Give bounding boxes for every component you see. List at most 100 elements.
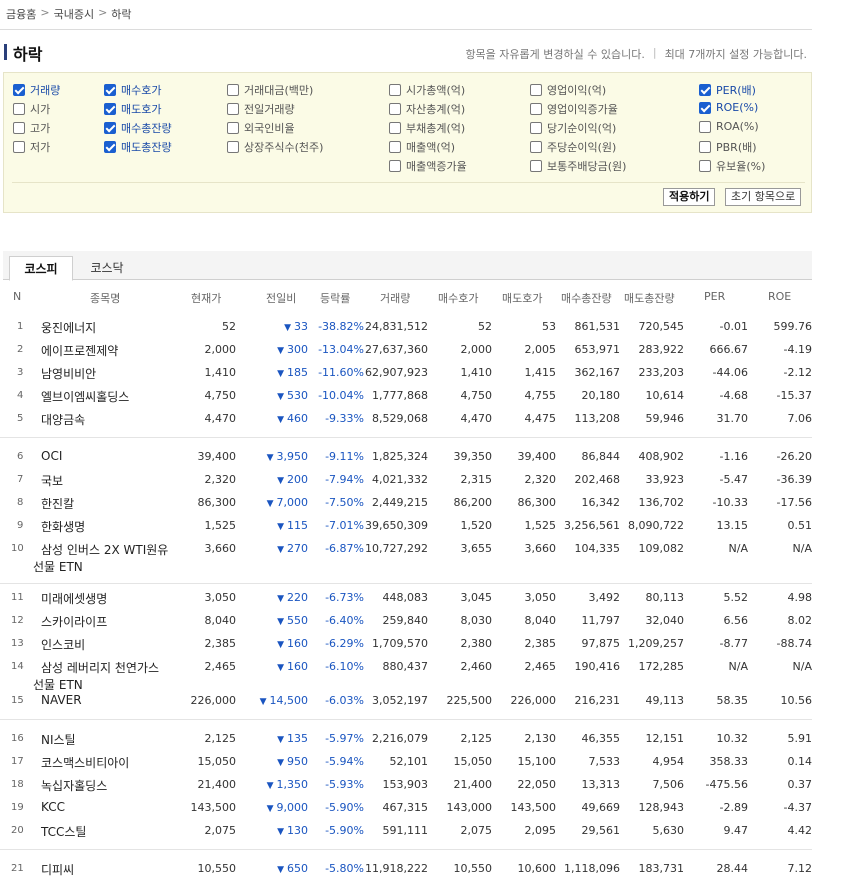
option-item[interactable]: 유보율(%): [699, 158, 765, 174]
breadcrumb-domestic[interactable]: 국내증시: [54, 6, 94, 22]
change-value: 530: [287, 389, 308, 402]
row-group-divider: [0, 719, 812, 720]
option-item[interactable]: 매도호가: [104, 101, 161, 117]
change-value: 130: [287, 824, 308, 837]
option-checkbox[interactable]: [530, 84, 542, 96]
reset-button[interactable]: 초기 항목으로: [725, 188, 802, 206]
table-row: 7 국보 2,320 ▼ 200 -7.94% 4,021,332 2,315 2,320 202…: [0, 469, 812, 491]
option-checkbox[interactable]: [530, 103, 542, 115]
option-checkbox[interactable]: [13, 103, 25, 115]
cell-bidq: 16,342: [581, 496, 621, 509]
option-checkbox[interactable]: [699, 141, 711, 153]
option-item[interactable]: 당기순이익(억): [530, 120, 616, 136]
breadcrumb-home[interactable]: 금융홈: [6, 6, 36, 22]
stock-name-link[interactable]: 웅진에너지: [41, 319, 96, 336]
stock-name-link[interactable]: 국보: [41, 472, 63, 489]
option-item[interactable]: PBR(배): [699, 139, 757, 155]
option-item[interactable]: 전일거래량: [227, 101, 295, 117]
option-checkbox[interactable]: [227, 122, 239, 134]
option-checkbox[interactable]: [389, 84, 401, 96]
option-item[interactable]: 부채총계(억): [389, 120, 465, 136]
apply-button[interactable]: 적용하기: [663, 188, 716, 206]
option-checkbox[interactable]: [13, 141, 25, 153]
option-item[interactable]: 매수총잔량: [104, 120, 172, 136]
stock-name-link[interactable]: 한진칼: [41, 495, 74, 512]
stock-name-link[interactable]: 에이프로젠제약: [41, 342, 118, 359]
option-checkbox[interactable]: [389, 122, 401, 134]
option-item[interactable]: 보통주배당금(원): [530, 158, 626, 174]
option-checkbox[interactable]: [227, 84, 239, 96]
option-item[interactable]: 거래량: [13, 82, 60, 98]
option-checkbox[interactable]: [530, 122, 542, 134]
stock-name-link[interactable]: 녹십자홀딩스: [41, 777, 107, 794]
stock-name-link[interactable]: 삼성 레버리지 천연가스: [41, 659, 159, 676]
option-item[interactable]: 매수호가: [104, 82, 161, 98]
option-item[interactable]: 매출액증가율: [389, 158, 467, 174]
cell-rate: -38.82%: [318, 320, 364, 333]
table-row: 13 인스코비 2,385 ▼ 160 -6.29% 1,709,570 2,380 2,385…: [0, 633, 812, 655]
option-item[interactable]: 시가총액(억): [389, 82, 465, 98]
cell-bidq: 216,231: [574, 694, 621, 707]
option-item[interactable]: 주당순이익(원): [530, 139, 616, 155]
option-checkbox[interactable]: [699, 160, 711, 172]
cell-vol: 1,709,570: [372, 637, 428, 650]
stock-name-link[interactable]: 대양금속: [41, 411, 85, 428]
option-item[interactable]: 상장주식수(천주): [227, 139, 323, 155]
stock-name-link[interactable]: 코스맥스비티아이: [41, 754, 129, 771]
tab-kospi[interactable]: 코스피: [9, 256, 73, 281]
stock-name-continued[interactable]: 선물 ETN: [33, 558, 83, 575]
option-checkbox[interactable]: [389, 160, 401, 172]
cell-vol: 10,727,292: [365, 542, 428, 555]
stock-name-link[interactable]: 남영비비안: [41, 365, 96, 382]
option-item[interactable]: 자산총계(억): [389, 101, 465, 117]
cell-roe: 7.12: [787, 862, 813, 875]
stock-name-link[interactable]: 삼성 인버스 2X WTI원유: [41, 541, 168, 558]
option-item[interactable]: 영업이익증가율: [530, 101, 618, 117]
option-checkbox[interactable]: [13, 122, 25, 134]
stock-name-link[interactable]: NAVER: [41, 693, 82, 707]
option-checkbox[interactable]: [389, 141, 401, 153]
row-number: 9: [17, 520, 24, 531]
cell-ask: 86,300: [517, 496, 557, 509]
stock-name-link[interactable]: NI스틸: [41, 731, 76, 748]
option-checkbox[interactable]: [699, 120, 711, 133]
cell-askq: 128,943: [638, 801, 685, 814]
stock-name-link[interactable]: 한화생명: [41, 518, 85, 535]
stock-name-link[interactable]: 디피씨: [41, 861, 74, 878]
stock-name-link[interactable]: TCC스틸: [41, 823, 86, 840]
option-label: 매출액(억): [406, 141, 456, 154]
stock-name-link[interactable]: 스카이라이프: [41, 613, 107, 630]
option-checkbox[interactable]: [699, 84, 711, 96]
option-item[interactable]: 시가: [13, 101, 50, 117]
stock-name-link[interactable]: OCI: [41, 449, 62, 463]
option-item[interactable]: ROE(%): [699, 101, 758, 114]
option-item[interactable]: 저가: [13, 139, 50, 155]
stock-name-link[interactable]: 엘브이엠씨홀딩스: [41, 388, 129, 405]
down-arrow-icon: ▼: [277, 827, 284, 837]
option-checkbox[interactable]: [104, 103, 116, 115]
option-checkbox[interactable]: [104, 84, 116, 96]
column-header: 종목명: [90, 292, 121, 305]
option-checkbox[interactable]: [13, 84, 25, 96]
option-checkbox[interactable]: [389, 103, 401, 115]
stock-name-link[interactable]: 미래에셋생명: [41, 590, 107, 607]
stock-name-link[interactable]: 인스코비: [41, 636, 85, 653]
option-checkbox[interactable]: [530, 160, 542, 172]
option-checkbox[interactable]: [104, 141, 116, 153]
option-item[interactable]: 외국인비율: [227, 120, 295, 136]
down-arrow-icon: ▼: [277, 522, 284, 532]
option-checkbox[interactable]: [227, 141, 239, 153]
option-item[interactable]: 영업이익(억): [530, 82, 606, 98]
option-item[interactable]: 매출액(억): [389, 139, 455, 155]
option-checkbox[interactable]: [699, 101, 711, 114]
option-checkbox[interactable]: [227, 103, 239, 115]
option-item[interactable]: PER(배): [699, 82, 756, 98]
option-checkbox[interactable]: [104, 122, 116, 134]
stock-name-link[interactable]: KCC: [41, 800, 65, 814]
tab-kosdaq[interactable]: 코스닥: [79, 256, 135, 281]
option-item[interactable]: 매도총잔량: [104, 139, 172, 155]
option-item[interactable]: 고가: [13, 120, 50, 136]
option-checkbox[interactable]: [530, 141, 542, 153]
option-item[interactable]: 거래대금(백만): [227, 82, 313, 98]
option-item[interactable]: ROA(%): [699, 120, 759, 133]
